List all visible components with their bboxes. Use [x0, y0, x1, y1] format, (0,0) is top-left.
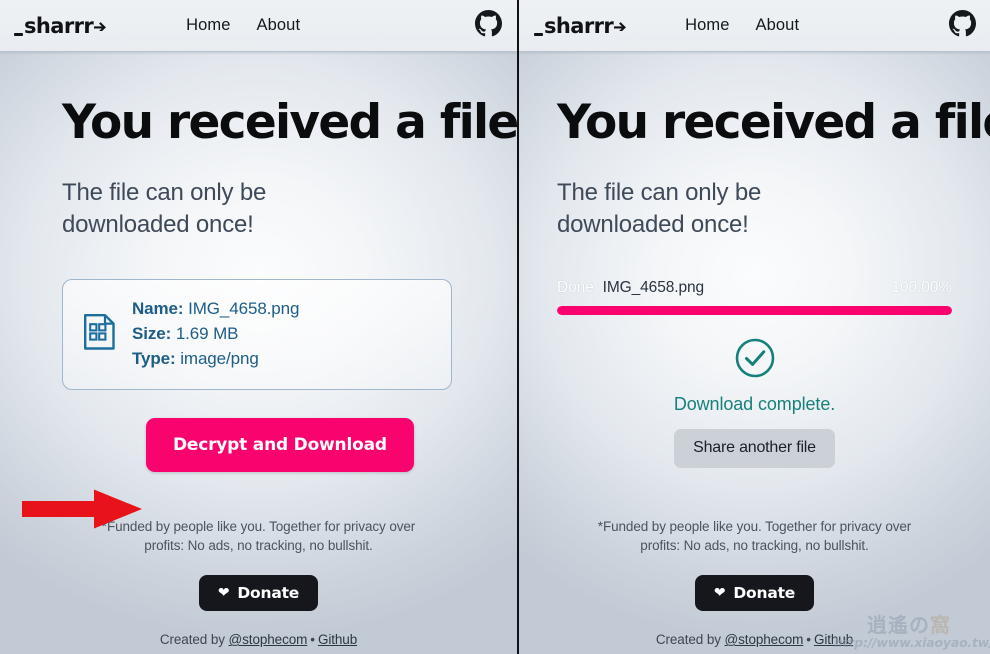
nav-link-about-right[interactable]: About [756, 16, 800, 35]
logo-text: sharrr [24, 14, 94, 38]
donate-row-right: ❤ Donate [519, 575, 990, 611]
credits-separator-right: • [806, 632, 811, 647]
author-link[interactable]: @stophecom [229, 632, 308, 647]
file-size-row: Size: 1.69 MB [132, 322, 299, 347]
page-title-right: You received a file [557, 95, 990, 150]
credits-separator: • [310, 632, 315, 647]
progress-bar-track [557, 305, 952, 315]
created-by-text: Created by [159, 632, 229, 647]
logo-text-right: sharrr [544, 14, 614, 38]
footer-right: *Funded by people like you. Together for… [519, 517, 990, 654]
sharrr-logo-right[interactable]: sharrr [534, 14, 627, 37]
github-icon[interactable] [475, 9, 502, 42]
page-subtitle-right: The file can only be downloaded once! [557, 177, 990, 241]
navbar-left: sharrr Home About [0, 0, 517, 55]
logo-arrow-icon-right [614, 14, 627, 35]
subtitle-line-2-right: downloaded once! [557, 210, 749, 238]
heart-icon-right: ❤ [713, 585, 726, 601]
nav-link-about[interactable]: About [257, 16, 301, 35]
left-content: You received a file The file can only be… [0, 52, 517, 654]
file-size-label: Size: [132, 323, 172, 343]
file-type-label: Type: [132, 348, 176, 368]
subtitle-line-2: downloaded once! [62, 210, 254, 238]
check-circle-icon [734, 338, 776, 383]
file-name-row: Name: IMG_4658.png [132, 297, 299, 322]
progress-header: Done IMG_4658.png 100.00% [557, 279, 952, 297]
page-subtitle-left: The file can only be downloaded once! [62, 177, 517, 241]
funding-note-left: *Funded by people like you. Together for… [58, 517, 459, 555]
funding-note-line-2: profits: No ads, no tracking, no bullshi… [144, 537, 373, 553]
github-link[interactable]: Github [318, 632, 357, 647]
donate-button[interactable]: ❤ Donate [198, 575, 319, 611]
left-panel-before-download: sharrr Home About You received a file Th… [0, 0, 519, 654]
nav-link-home[interactable]: Home [186, 16, 230, 35]
funding-note-right: *Funded by people like you. Together for… [555, 517, 954, 555]
github-link-right[interactable]: Github [814, 632, 853, 647]
decrypt-and-download-button[interactable]: Decrypt and Download [146, 417, 414, 472]
subtitle-line-1: The file can only be [62, 178, 267, 206]
progress-percent: 100.00% [891, 278, 953, 296]
file-info-card: Name: IMG_4658.png Size: 1.69 MB Type: i… [62, 278, 452, 390]
share-another-file-button[interactable]: Share another file [674, 428, 835, 468]
download-progress: Done IMG_4658.png 100.00% [557, 279, 952, 315]
decrypt-button-row: Decrypt and Download [146, 417, 517, 472]
file-type-value: image/png [180, 348, 259, 368]
file-metadata: Name: IMG_4658.png Size: 1.69 MB Type: i… [132, 297, 299, 372]
file-name-label: Name: [132, 298, 184, 318]
download-complete-block: Download complete. [519, 337, 990, 415]
file-name-value: IMG_4658.png [188, 298, 300, 318]
heart-icon: ❤ [217, 585, 230, 601]
funding-note-line-1: *Funded by people like you. Together for… [101, 518, 416, 534]
credits-left: Created by @stophecom • Github [0, 632, 517, 647]
file-type-row: Type: image/png [132, 347, 299, 372]
right-content: You received a file The file can only be… [519, 52, 990, 654]
binary-file-icon [83, 313, 116, 356]
donate-label-right: Donate [733, 584, 796, 602]
footer-left: *Funded by people like you. Together for… [0, 517, 517, 654]
logo-underscore-icon [14, 33, 23, 36]
funding-note-line-2-right: profits: No ads, no tracking, no bullshi… [640, 537, 869, 553]
donate-label: Donate [237, 584, 300, 602]
nav-links-left: Home About [186, 16, 300, 35]
credits-right: Created by @stophecom • Github [519, 632, 990, 647]
right-panel-after-download: sharrr Home About You received a file Th… [519, 0, 990, 654]
screenshot-root: sharrr Home About You received a file Th… [0, 0, 990, 654]
nav-links-right: Home About [685, 16, 799, 35]
github-icon-right[interactable] [949, 9, 976, 42]
subtitle-line-1-right: The file can only be [557, 178, 762, 206]
file-size-value: 1.69 MB [175, 323, 239, 343]
created-by-text-right: Created by [655, 632, 725, 647]
nav-link-home-right[interactable]: Home [685, 16, 729, 35]
logo-arrow-icon [94, 14, 107, 35]
navbar-right: sharrr Home About [519, 0, 990, 55]
share-button-row: Share another file [519, 428, 990, 468]
progress-filename: IMG_4658.png [602, 278, 705, 296]
donate-button-right[interactable]: ❤ Donate [694, 575, 815, 611]
download-complete-text: Download complete. [673, 393, 836, 414]
donate-row-left: ❤ Donate [0, 575, 517, 611]
progress-bar-fill [557, 305, 952, 315]
author-link-right[interactable]: @stophecom [725, 632, 804, 647]
progress-status: Done [557, 278, 594, 296]
sharrr-logo[interactable]: sharrr [14, 14, 107, 37]
logo-underscore-icon-right [534, 33, 543, 36]
page-title-left: You received a file [62, 95, 518, 150]
funding-note-line-1-right: *Funded by people like you. Together for… [597, 518, 912, 534]
